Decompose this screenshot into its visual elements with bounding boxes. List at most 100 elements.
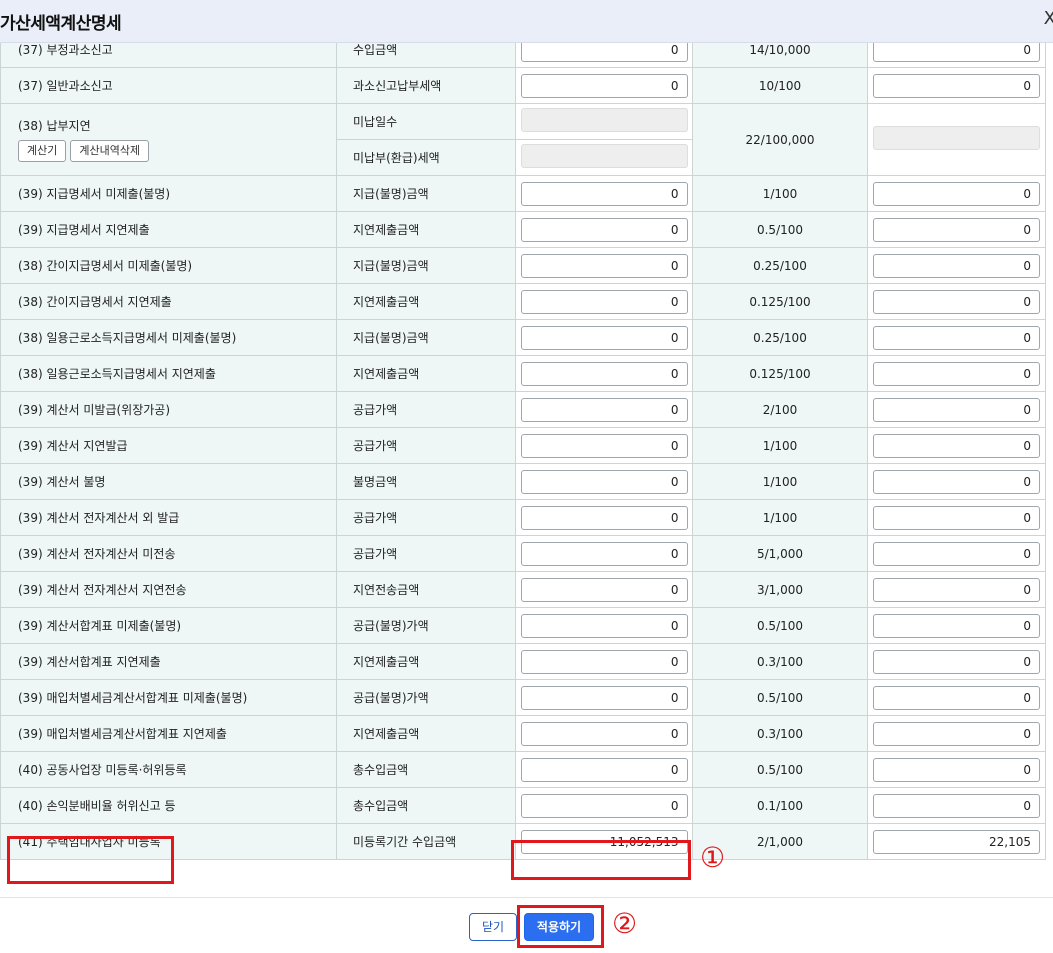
row-result-cell: 0 <box>867 643 1046 680</box>
result-input[interactable]: 0 <box>873 541 1040 566</box>
row-result-cell: 0 <box>867 607 1046 644</box>
close-icon[interactable]: X <box>1044 8 1053 29</box>
row-label: (38) 간이지급명세서 미제출(불명) <box>0 247 337 284</box>
amount-input[interactable]: 0 <box>520 217 688 242</box>
row-rate: 1/100 <box>692 499 868 536</box>
row-label: (37) 일반과소신고 <box>0 67 337 104</box>
row-label: (39) 계산서 불명 <box>0 463 337 500</box>
amount-input[interactable]: 0 <box>520 721 688 746</box>
table-row: (39) 계산서 불명 불명금액 0 1/100 0 <box>0 463 1046 500</box>
result-input[interactable]: 0 <box>873 685 1040 710</box>
row-label: (39) 지급명세서 지연제출 <box>0 211 337 248</box>
row-base: 미등록기간 수입금액 <box>336 823 516 860</box>
amount-input[interactable]: 0 <box>520 253 688 278</box>
row-result-cell: 0 <box>867 43 1046 68</box>
row-base: 공급가액 <box>336 427 516 464</box>
result-input[interactable]: 0 <box>873 289 1040 314</box>
row-result-cell: 0 <box>867 211 1046 248</box>
result-input[interactable]: 0 <box>873 649 1040 674</box>
unpaid-tax-input[interactable] <box>520 144 688 168</box>
result-input[interactable]: 0 <box>873 217 1040 242</box>
result-input[interactable]: 22,105 <box>873 829 1040 854</box>
amount-input[interactable]: 0 <box>520 505 688 530</box>
amount-input[interactable]: 0 <box>520 433 688 458</box>
row-rate: 0.5/100 <box>692 607 868 644</box>
row-label: (38) 납부지연 계산기 계산내역삭제 <box>0 103 337 176</box>
result-input[interactable]: 0 <box>873 397 1040 422</box>
row-result-cell: 0 <box>867 67 1046 104</box>
amount-input[interactable]: 0 <box>520 685 688 710</box>
row-label: (40) 공동사업장 미등록·허위등록 <box>0 751 337 788</box>
row-amount-cell: 0 <box>515 427 693 464</box>
result-input[interactable]: 0 <box>873 43 1040 62</box>
row-label: (39) 계산서 전자계산서 미전송 <box>0 535 337 572</box>
row-base: 과소신고납부세액 <box>336 67 516 104</box>
row-amount-cell: 0 <box>515 535 693 572</box>
result-input[interactable]: 0 <box>873 577 1040 602</box>
result-input[interactable]: 0 <box>873 613 1040 638</box>
result-input[interactable]: 0 <box>873 505 1040 530</box>
result-input[interactable]: 0 <box>873 181 1040 206</box>
amount-input[interactable]: 0 <box>520 793 688 818</box>
table-row: (39) 매입처별세금계산서합계표 지연제출 지연제출금액 0 0.3/100 0 <box>0 715 1046 752</box>
row-result-cell: 0 <box>867 175 1046 212</box>
amount-input[interactable]: 0 <box>520 397 688 422</box>
marker-2: ② <box>612 907 638 940</box>
row-base: 지연제출금액 <box>336 211 516 248</box>
amount-input[interactable]: 0 <box>520 289 688 314</box>
table-row: (39) 매입처별세금계산서합계표 미제출(불명) 공급(불명)가액 0 0.5/10… <box>0 679 1046 716</box>
amount-input[interactable]: 0 <box>520 649 688 674</box>
result-input[interactable]: 0 <box>873 469 1040 494</box>
amount-input[interactable]: 0 <box>520 43 688 62</box>
delete-calc-history-button[interactable]: 계산내역삭제 <box>70 140 150 162</box>
table-row: (39) 계산서 지연발급 공급가액 0 1/100 0 <box>0 427 1046 464</box>
result-input[interactable]: 0 <box>873 721 1040 746</box>
result-input[interactable]: 0 <box>873 325 1040 350</box>
result-input[interactable]: 0 <box>873 361 1040 386</box>
row-rate: 3/1,000 <box>692 571 868 608</box>
row-amount-cell: 0 <box>515 355 693 392</box>
amount-input[interactable]: 0 <box>520 541 688 566</box>
amount-input[interactable]: 0 <box>520 757 688 782</box>
row-amount-cell: 0 <box>515 715 693 752</box>
close-button[interactable]: 닫기 <box>469 913 517 941</box>
row-amount-cell <box>515 103 693 140</box>
penalty-table-scroll-area[interactable]: (37) 부정과소신고 수입금액 0 14/10,000 0 (37) 일반과소신고 과소신… <box>0 43 1053 878</box>
amount-input[interactable]: 0 <box>520 325 688 350</box>
row-label: (38) 일용근로소득지급명세서 지연제출 <box>0 355 337 392</box>
amount-input[interactable]: 0 <box>520 361 688 386</box>
row-rate: 1/100 <box>692 463 868 500</box>
amount-input[interactable]: 0 <box>520 469 688 494</box>
row-amount-cell: 0 <box>515 643 693 680</box>
amount-input[interactable]: 0 <box>520 181 688 206</box>
calculator-button[interactable]: 계산기 <box>18 140 67 162</box>
late-payment-result-input[interactable] <box>873 126 1040 150</box>
row-result-cell: 0 <box>867 463 1046 500</box>
row-result-cell: 0 <box>867 499 1046 536</box>
result-input[interactable]: 0 <box>873 757 1040 782</box>
row-result-cell <box>867 103 1046 176</box>
row-rate: 0.3/100 <box>692 715 868 752</box>
row-label: (39) 계산서 전자계산서 지연전송 <box>0 571 337 608</box>
row-base: 지연제출금액 <box>336 715 516 752</box>
row-base: 미납일수 <box>336 103 516 140</box>
row-result-cell: 0 <box>867 751 1046 788</box>
amount-input[interactable]: 0 <box>520 613 688 638</box>
row-rate: 0.5/100 <box>692 751 868 788</box>
row-base: 지급(불명)금액 <box>336 247 516 284</box>
result-input[interactable]: 0 <box>873 433 1040 458</box>
row-amount-cell <box>515 139 693 176</box>
table-row: (38) 간이지급명세서 지연제출 지연제출금액 0 0.125/100 0 <box>0 283 1046 320</box>
row-rate: 22/100,000 <box>692 103 868 176</box>
amount-input[interactable]: 0 <box>520 73 688 98</box>
unpaid-days-input[interactable] <box>520 108 688 132</box>
result-input[interactable]: 0 <box>873 253 1040 278</box>
amount-input[interactable]: 0 <box>520 577 688 602</box>
result-input[interactable]: 0 <box>873 793 1040 818</box>
row-result-cell: 0 <box>867 535 1046 572</box>
row-rate: 2/100 <box>692 391 868 428</box>
row-result-cell: 0 <box>867 427 1046 464</box>
result-input[interactable]: 0 <box>873 73 1040 98</box>
table-row: (39) 지급명세서 미제출(불명) 지급(불명)금액 0 1/100 0 <box>0 175 1046 212</box>
row-rate: 0.1/100 <box>692 787 868 824</box>
